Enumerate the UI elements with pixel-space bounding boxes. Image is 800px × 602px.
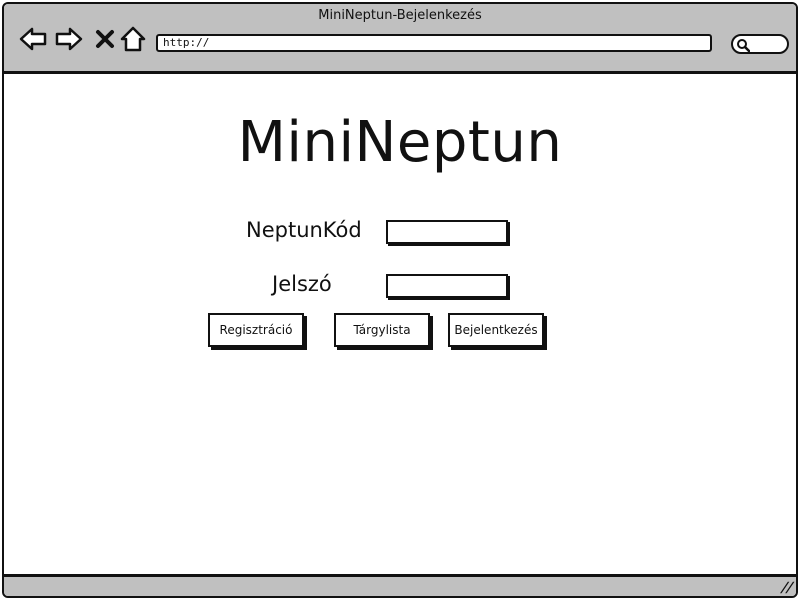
- search-icon: [737, 39, 750, 52]
- login-button[interactable]: Bejelentkezés: [448, 313, 544, 347]
- browser-chrome: MiniNeptun-Bejelenkezés http://: [4, 4, 796, 74]
- app-title: MiniNeptun: [237, 110, 563, 175]
- close-x-icon[interactable]: [90, 24, 120, 54]
- browser-window: MiniNeptun-Bejelenkezés http:// MiniNept…: [2, 2, 798, 598]
- neptun-code-label: NeptunKód: [246, 218, 362, 242]
- password-input[interactable]: [386, 274, 508, 298]
- window-title: MiniNeptun-Bejelenkezés: [318, 8, 482, 23]
- page-content: MiniNeptun NeptunKód Jelszó Regisztráció…: [4, 74, 796, 576]
- register-button[interactable]: Regisztráció: [208, 313, 304, 347]
- search-box[interactable]: [731, 34, 789, 54]
- resize-grip-icon[interactable]: //: [779, 580, 795, 596]
- password-label: Jelszó: [272, 272, 332, 296]
- home-icon[interactable]: [118, 24, 148, 54]
- neptun-code-input[interactable]: [386, 220, 508, 244]
- course-list-button[interactable]: Tárgylista: [334, 313, 430, 347]
- status-bar: //: [4, 574, 796, 596]
- back-arrow-icon[interactable]: [18, 24, 48, 54]
- forward-arrow-icon[interactable]: [54, 24, 84, 54]
- address-bar[interactable]: http://: [156, 34, 712, 52]
